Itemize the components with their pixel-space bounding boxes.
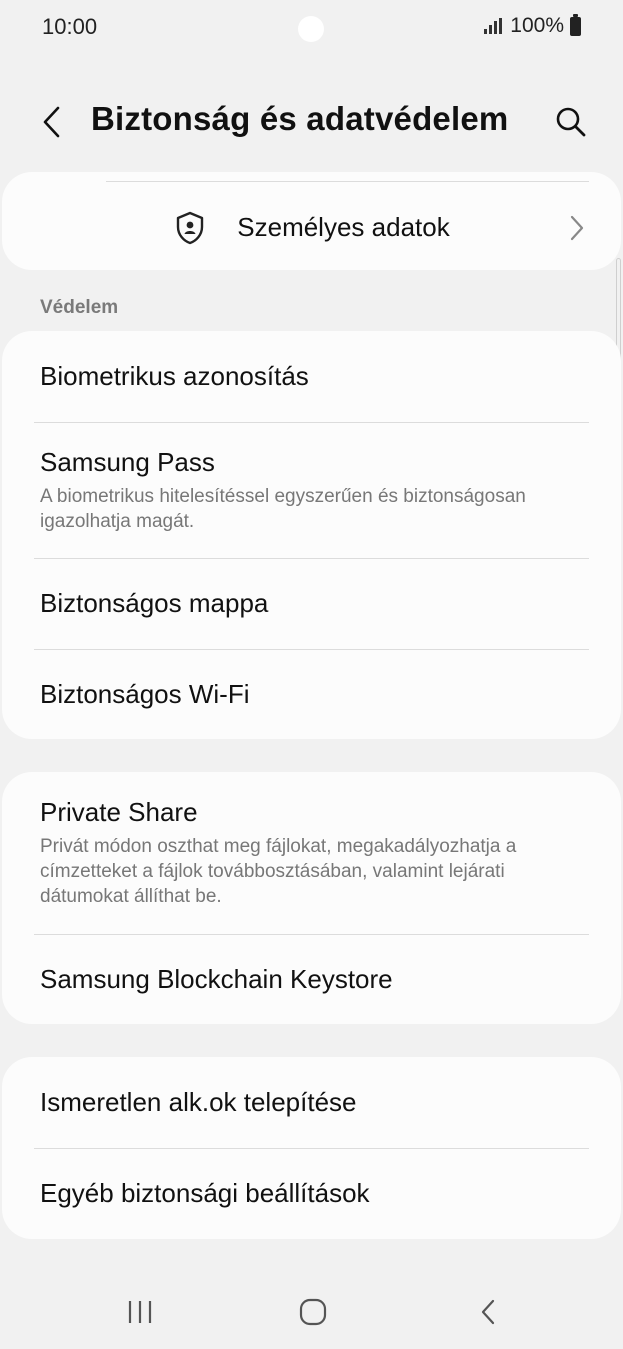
page-title: Biztonság és adatvédelem [91, 100, 509, 137]
home-icon [299, 1298, 327, 1326]
personal-card: Személyes adatok [2, 172, 621, 270]
samsung-pass-subtitle: A biometrikus hitelesítéssel egyszerűen … [40, 485, 526, 532]
search-button[interactable] [547, 98, 595, 146]
back-arrow-icon [43, 106, 60, 138]
biometrics-title: Biometrikus azonosítás [40, 361, 309, 391]
recents-icon [128, 1301, 152, 1323]
personal-data-item[interactable]: Személyes adatok [2, 179, 621, 270]
private-share-item[interactable]: Private Share Privát módon oszthat meg f… [2, 772, 621, 934]
blockchain-keystore-title: Samsung Blockchain Keystore [40, 963, 393, 994]
samsung-pass-title: Samsung Pass [40, 446, 215, 477]
personal-data-label: Személyes adatok [237, 212, 450, 242]
status-right: 100% [484, 13, 581, 38]
shield-person-icon [173, 211, 207, 245]
status-time: 10:00 [42, 14, 98, 39]
secure-wifi-title: Biztonságos Wi-Fi [40, 678, 250, 709]
other-card: Ismeretlen alk.ok telepítése Egyéb bizto… [2, 1057, 621, 1239]
secure-folder-item[interactable]: Biztonságos mappa [2, 558, 621, 649]
battery-percent: 100% [510, 14, 564, 37]
recents-button[interactable] [110, 1292, 170, 1332]
search-icon [556, 107, 586, 137]
battery-icon [570, 13, 581, 36]
secure-folder-title: Biztonságos mappa [40, 588, 269, 618]
blockchain-keystore-item[interactable]: Samsung Blockchain Keystore [2, 934, 621, 1024]
other-security-title: Egyéb biztonsági beállítások [40, 1178, 370, 1208]
nav-back-button[interactable] [458, 1292, 518, 1332]
protection-card: Biometrikus azonosítás Samsung Pass A bi… [2, 331, 621, 739]
section-label-protection: Védelem [40, 297, 119, 318]
nav-back-icon [481, 1299, 495, 1325]
navigation-bar [0, 1270, 623, 1349]
back-button[interactable] [30, 98, 74, 146]
secure-wifi-item[interactable]: Biztonságos Wi-Fi [2, 649, 621, 739]
camera-cutout [298, 16, 324, 42]
samsung-pass-item[interactable]: Samsung Pass A biometrikus hitelesítésse… [2, 422, 621, 558]
unknown-apps-item[interactable]: Ismeretlen alk.ok telepítése [2, 1057, 621, 1148]
app-header: Biztonság és adatvédelem [0, 80, 623, 164]
share-card: Private Share Privát módon oszthat meg f… [2, 772, 621, 1024]
signal-icon [484, 18, 503, 34]
private-share-subtitle: Privát módon oszthat meg fájlokat, megak… [40, 836, 517, 907]
private-share-title: Private Share [40, 797, 198, 827]
unknown-apps-title: Ismeretlen alk.ok telepítése [40, 1087, 357, 1117]
other-security-item[interactable]: Egyéb biztonsági beállítások [2, 1148, 621, 1239]
status-bar: 10:00 100% [0, 0, 623, 56]
chevron-right-icon [570, 215, 584, 240]
home-button[interactable] [283, 1292, 343, 1332]
screen: 10:00 100% Biztonság és adatvédelem Szem… [0, 0, 623, 1349]
biometrics-item[interactable]: Biometrikus azonosítás [2, 331, 621, 422]
